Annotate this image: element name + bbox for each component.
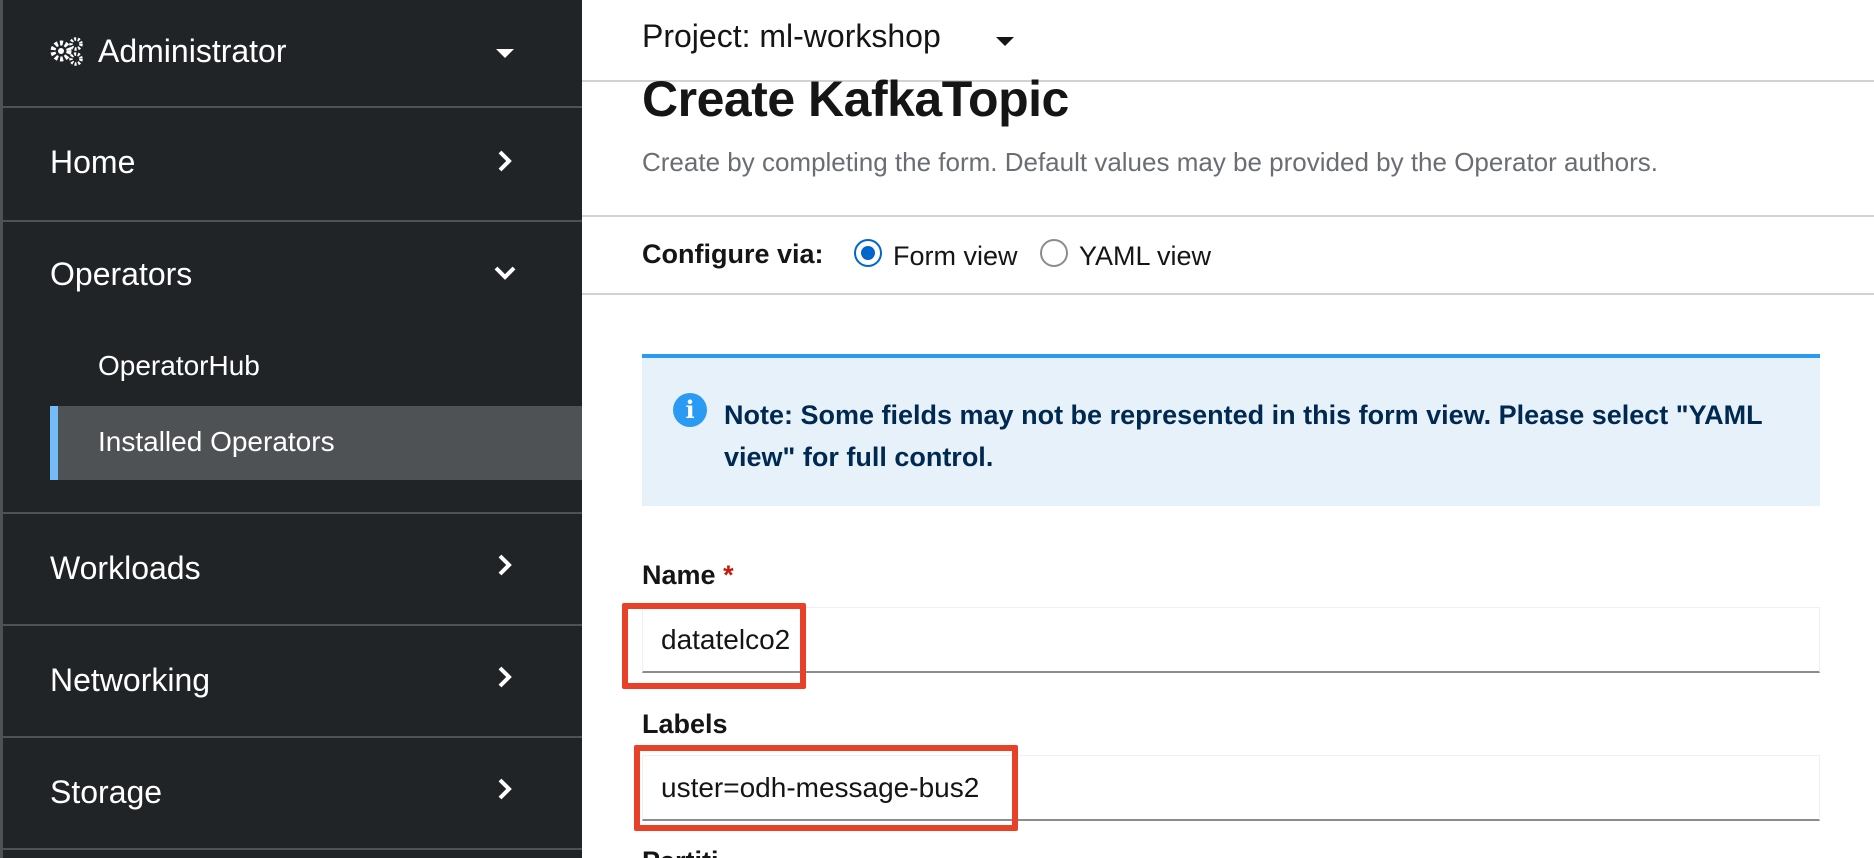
sidebar: Administrator Home Operators OperatorHub…: [0, 0, 582, 858]
labels-field-label: Labels: [642, 709, 728, 739]
form-view-label[interactable]: Form view: [893, 241, 1018, 272]
info-circle-icon: i: [673, 393, 707, 427]
info-alert-text: Note: Some fields may not be represented…: [724, 400, 1763, 472]
nav-operators-label: Operators: [50, 256, 193, 292]
nav-home[interactable]: Home: [3, 108, 582, 222]
project-selector[interactable]: Project: ml-workshop: [642, 10, 1022, 70]
project-label: Project: ml-workshop: [642, 18, 941, 54]
yaml-view-label[interactable]: YAML view: [1079, 241, 1211, 272]
caret-down-icon: [996, 37, 1014, 46]
nav-storage[interactable]: Storage: [3, 738, 582, 850]
page-title: Create KafkaTopic: [642, 71, 1069, 127]
nav-installed-operators[interactable]: Installed Operators: [50, 406, 582, 480]
nav-storage-label: Storage: [50, 774, 163, 810]
configure-via: Configure via: Form view YAML view: [582, 215, 1874, 295]
chevron-right-icon: [498, 666, 512, 688]
nav-workloads-label: Workloads: [50, 550, 201, 586]
required-asterisk: *: [723, 560, 734, 590]
info-alert: i Note: Some fields may not be represent…: [642, 354, 1820, 506]
chevron-right-icon: [498, 150, 512, 172]
gears-icon: [50, 37, 83, 66]
nav-installed-operators-label: Installed Operators: [98, 426, 335, 457]
perspective-switcher[interactable]: Administrator: [3, 0, 582, 108]
main-content: Project: ml-workshop Create KafkaTopic C…: [582, 0, 1874, 858]
form-view-radio[interactable]: [854, 239, 882, 267]
partitions-field-label: Partiti: [642, 846, 719, 858]
page-description: Create by completing the form. Default v…: [642, 147, 1658, 177]
chevron-down-icon: [494, 266, 516, 280]
nav-operatorhub[interactable]: OperatorHub: [98, 350, 260, 382]
labels-input[interactable]: [642, 755, 1820, 821]
chevron-right-icon: [498, 778, 512, 800]
configure-via-label: Configure via:: [642, 239, 824, 269]
yaml-view-radio[interactable]: [1040, 239, 1068, 267]
name-label-text: Name: [642, 560, 716, 590]
nav-home-label: Home: [50, 144, 136, 180]
nav-operators-toggle[interactable]: Operators: [3, 222, 582, 332]
perspective-label: Administrator: [98, 33, 287, 69]
caret-down-icon: [496, 49, 514, 58]
nav-networking-label: Networking: [50, 662, 211, 698]
nav-networking[interactable]: Networking: [3, 626, 582, 738]
name-input[interactable]: [642, 607, 1820, 673]
name-field-label: Name *: [642, 560, 734, 591]
nav-workloads[interactable]: Workloads: [3, 514, 582, 626]
chevron-right-icon: [498, 554, 512, 576]
